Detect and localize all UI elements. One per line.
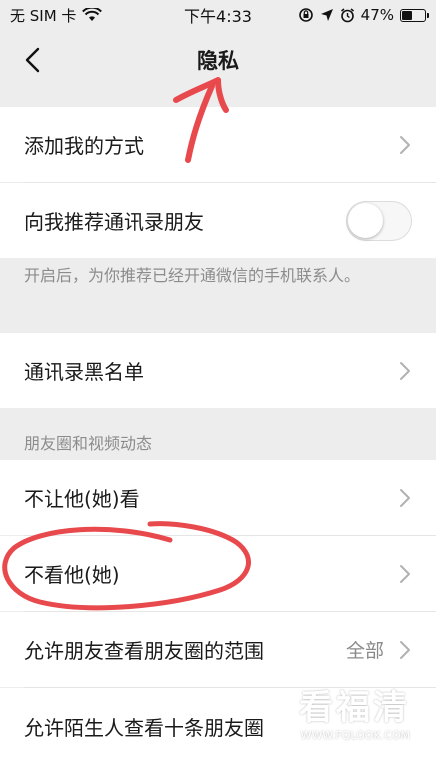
row-add-methods-label: 添加我的方式 <box>24 134 144 158</box>
toggle-knob <box>348 202 383 238</box>
location-icon <box>320 9 333 21</box>
orientation-lock-icon <box>298 8 313 22</box>
battery-percent: 47% <box>360 6 394 24</box>
chevron-right-icon <box>400 361 410 380</box>
row-blacklist[interactable]: 通讯录黑名单 <box>0 333 436 408</box>
wifi-icon <box>82 8 103 21</box>
watermark: 看福清 WWW.FQLOOK.COM <box>299 680 410 742</box>
row-dont-let-see[interactable]: 不让他(她)看 <box>0 460 436 535</box>
row-add-methods[interactable]: 添加我的方式 <box>0 107 436 182</box>
section-label-moments: 朋友圈和视频动态 <box>24 434 153 453</box>
nav-bar: 隐私 <box>0 30 436 90</box>
row-recommend-contacts-label: 向我推荐通讯录朋友 <box>24 210 204 234</box>
moments-range-value: 全部 <box>345 640 384 662</box>
row-stranger-ten-label: 允许陌生人查看十条朋友圈 <box>24 716 264 740</box>
recommend-contacts-toggle[interactable] <box>346 200 412 241</box>
carrier-label: 无 SIM 卡 <box>10 6 77 25</box>
chevron-right-icon <box>400 640 410 659</box>
status-bar: 无 SIM 卡 下午4:33 47% <box>0 0 436 30</box>
row-recommend-contacts: 向我推荐通讯录朋友 <box>0 183 436 258</box>
watermark-logo: 看福清 <box>299 688 410 728</box>
row-blacklist-label: 通讯录黑名单 <box>24 360 144 384</box>
back-button[interactable] <box>14 42 50 78</box>
watermark-url: WWW.FQLOOK.COM <box>300 729 410 742</box>
battery-icon <box>400 8 429 22</box>
row-moments-range-label: 允许朋友查看朋友圈的范围 <box>24 639 264 663</box>
battery-fill <box>402 10 413 20</box>
chevron-left-icon <box>25 47 40 73</box>
recommend-note: 开启后，为你推荐已经开通微信的手机联系人。 <box>24 266 361 285</box>
row-dont-see[interactable]: 不看他(她) <box>0 536 436 611</box>
chevron-right-icon <box>400 135 410 154</box>
row-moments-range[interactable]: 允许朋友查看朋友圈的范围 全部 <box>0 612 436 687</box>
chevron-right-icon <box>400 488 410 507</box>
alarm-icon <box>340 7 354 22</box>
row-dont-see-label: 不看他(她) <box>24 563 120 587</box>
row-dont-let-see-label: 不让他(她)看 <box>24 487 140 511</box>
page-title: 隐私 <box>197 49 239 73</box>
chevron-right-icon <box>400 564 410 583</box>
clock-label: 下午4:33 <box>184 7 252 26</box>
